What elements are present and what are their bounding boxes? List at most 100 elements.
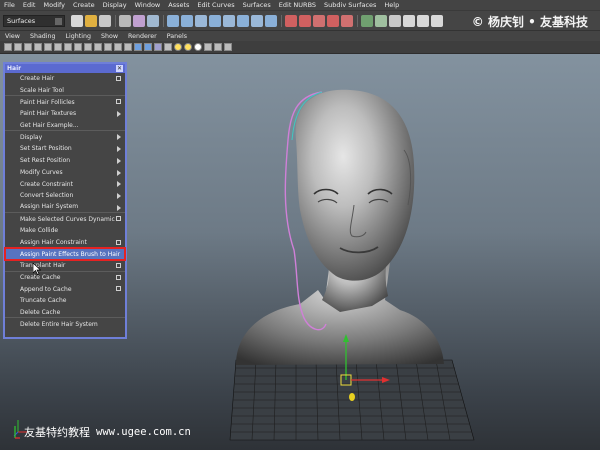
textured-icon[interactable] (154, 43, 162, 51)
select-by-curve-icon[interactable] (195, 14, 207, 27)
option-box-icon[interactable] (116, 274, 121, 280)
menu-help[interactable]: Help (380, 1, 403, 9)
gate-mask-icon[interactable] (94, 43, 102, 51)
menu-item-set-rest-position[interactable]: Set Rest Position (5, 155, 125, 167)
separator (279, 14, 285, 28)
wireframe-icon[interactable] (134, 43, 142, 51)
resolution-gate-icon[interactable] (84, 43, 92, 51)
panel-menu-renderer[interactable]: Renderer (123, 33, 162, 40)
checker-icon[interactable] (164, 43, 172, 51)
menu-modify[interactable]: Modify (39, 1, 69, 9)
menu-edit-nurbs[interactable]: Edit NURBS (275, 1, 320, 9)
menu-file[interactable]: File (0, 1, 19, 9)
menu-edit-curves[interactable]: Edit Curves (193, 1, 238, 9)
shadows-icon[interactable] (194, 43, 202, 51)
select-by-dynamic-icon[interactable] (237, 14, 249, 27)
menu-item-display[interactable]: Display (5, 131, 125, 143)
safe-action-icon[interactable] (114, 43, 122, 51)
option-box-icon[interactable] (116, 286, 121, 292)
snap-to-view-plane-icon[interactable] (327, 14, 339, 27)
menu-item-append-to-cache[interactable]: Append to Cache (5, 283, 125, 295)
all-lights-icon[interactable] (184, 43, 192, 51)
option-box-icon[interactable] (116, 239, 121, 245)
hair-menu-titlebar[interactable]: Hair ✕ (5, 64, 125, 73)
snap-to-curve-icon[interactable] (299, 14, 311, 27)
menu-item-get-hair-example[interactable]: Get Hair Example... (5, 120, 125, 132)
panel-menu-lighting[interactable]: Lighting (61, 33, 96, 40)
select-component-icon[interactable] (147, 14, 159, 27)
menu-item-transplant-hair[interactable]: Transplant Hair (5, 260, 125, 272)
menu-window[interactable]: Window (131, 1, 165, 9)
open-scene-icon[interactable] (85, 14, 97, 27)
select-object-icon[interactable] (133, 14, 145, 27)
menu-item-paint-hair-textures[interactable]: Paint Hair Textures (5, 108, 125, 120)
option-box-icon[interactable] (116, 263, 121, 268)
film-gate-icon[interactable] (74, 43, 82, 51)
option-box-icon[interactable] (116, 76, 121, 81)
option-box-icon[interactable] (116, 216, 121, 222)
menu-display[interactable]: Display (99, 1, 131, 9)
menu-item-delete-entire-hair-system[interactable]: Delete Entire Hair System (5, 318, 125, 330)
camera-icon[interactable] (4, 43, 12, 51)
menu-set-select[interactable]: Surfaces (3, 14, 65, 27)
menu-item-assign-hair-constraint[interactable]: Assign Hair Constraint (5, 237, 125, 249)
menu-item-convert-selection[interactable]: Convert Selection (5, 190, 125, 202)
menu-item-paint-hair-follicles[interactable]: Paint Hair Follicles (5, 96, 125, 108)
menu-item-label: Get Hair Example... (20, 121, 79, 129)
menu-create[interactable]: Create (69, 1, 99, 9)
smooth-shade-icon[interactable] (144, 43, 152, 51)
panel-menu-show[interactable]: Show (96, 33, 123, 40)
save-scene-icon[interactable] (99, 14, 111, 27)
xray-icon[interactable] (214, 43, 222, 51)
field-chart-icon[interactable] (104, 43, 112, 51)
menu-item-truncate-cache[interactable]: Truncate Cache (5, 295, 125, 307)
construction-history-icon[interactable] (375, 14, 387, 27)
two-d-pan-icon[interactable] (44, 43, 52, 51)
close-icon[interactable]: ✕ (116, 65, 123, 72)
menu-subdiv-surfaces[interactable]: Subdiv Surfaces (320, 1, 380, 9)
menu-surfaces[interactable]: Surfaces (239, 1, 275, 9)
menu-item-set-start-position[interactable]: Set Start Position (5, 143, 125, 155)
new-scene-icon[interactable] (71, 14, 83, 27)
safe-title-icon[interactable] (124, 43, 132, 51)
menu-item-make-collide[interactable]: Make Collide (5, 225, 125, 237)
make-live-icon[interactable] (341, 14, 353, 27)
snap-to-point-icon[interactable] (313, 14, 325, 27)
select-by-deformation-icon[interactable] (223, 14, 235, 27)
menu-item-assign-paint-effects-brush[interactable]: Assign Paint Effects Brush to Hair (4, 247, 126, 261)
grease-pencil-icon[interactable] (54, 43, 62, 51)
panel-menu-view[interactable]: View (0, 33, 25, 40)
menu-item-delete-cache[interactable]: Delete Cache (5, 307, 125, 319)
select-by-surface-icon[interactable] (209, 14, 221, 27)
menu-item-make-selected-curves-dynamic[interactable]: Make Selected Curves Dynamic (5, 213, 125, 225)
menu-edit[interactable]: Edit (19, 1, 40, 9)
panel-menu-shading[interactable]: Shading (25, 33, 61, 40)
render-view-icon[interactable] (389, 14, 401, 27)
select-by-misc-icon[interactable] (265, 14, 277, 27)
image-plane-icon[interactable] (34, 43, 42, 51)
ipr-render-icon[interactable] (417, 14, 429, 27)
bookmark-icon[interactable] (24, 43, 32, 51)
select-by-handle-icon[interactable] (167, 14, 179, 27)
option-box-icon[interactable] (116, 99, 121, 105)
menu-item-create-constraint[interactable]: Create Constraint (5, 178, 125, 190)
menu-item-scale-hair-tool[interactable]: Scale Hair Tool (5, 85, 125, 97)
menu-item-create-cache[interactable]: Create Cache (5, 272, 125, 284)
grid-toggle-icon[interactable] (64, 43, 72, 51)
default-light-icon[interactable] (174, 43, 182, 51)
menu-item-create-hair[interactable]: Create Hair (5, 73, 125, 85)
camera-attributes-icon[interactable] (14, 43, 22, 51)
render-current-frame-icon[interactable] (403, 14, 415, 27)
select-by-rendering-icon[interactable] (251, 14, 263, 27)
menu-item-modify-curves[interactable]: Modify Curves (5, 167, 125, 179)
select-hierarchy-icon[interactable] (119, 14, 131, 27)
select-by-joint-icon[interactable] (181, 14, 193, 27)
panel-menu-panels[interactable]: Panels (162, 33, 192, 40)
menu-assets[interactable]: Assets (164, 1, 193, 9)
history-icon[interactable] (361, 14, 373, 27)
snap-to-grid-icon[interactable] (285, 14, 297, 27)
menu-item-assign-hair-system[interactable]: Assign Hair System (5, 202, 125, 214)
render-settings-icon[interactable] (431, 14, 443, 27)
isolate-select-icon[interactable] (204, 43, 212, 51)
xray-joints-icon[interactable] (224, 43, 232, 51)
